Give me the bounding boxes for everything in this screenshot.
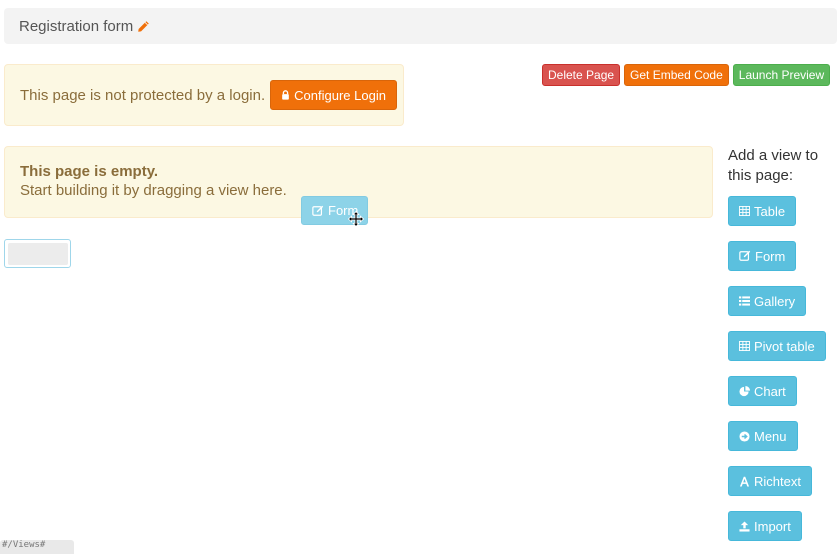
- add-gallery-view-button[interactable]: Gallery: [728, 286, 807, 316]
- font-icon: [739, 476, 750, 487]
- configure-login-button[interactable]: Configure Login: [270, 80, 397, 110]
- arrow-circle-icon: [739, 430, 750, 442]
- edit-icon: [312, 205, 324, 217]
- lock-icon: [281, 90, 290, 100]
- table-icon: [739, 341, 750, 351]
- list-icon: [739, 296, 750, 306]
- page-actions: Delete Page Get Embed Code Launch Previe…: [542, 64, 831, 86]
- configure-login-label: Configure Login: [294, 87, 386, 103]
- status-url-bar: #/Views#: [0, 540, 74, 554]
- add-form-view-button[interactable]: Form: [728, 241, 797, 271]
- page-title: Registration form: [19, 17, 134, 35]
- get-embed-code-button[interactable]: Get Embed Code: [624, 64, 729, 86]
- drop-placeholder: [4, 239, 71, 268]
- add-import-view-button[interactable]: Import: [728, 511, 802, 541]
- form-view-label: Form: [755, 248, 786, 264]
- pencil-icon[interactable]: [137, 20, 150, 33]
- add-pivot-table-view-button[interactable]: Pivot table: [728, 331, 826, 361]
- add-table-view-button[interactable]: Table: [728, 196, 797, 226]
- add-menu-view-button[interactable]: Menu: [728, 421, 798, 451]
- edit-icon: [739, 250, 751, 262]
- add-chart-view-button[interactable]: Chart: [728, 376, 797, 406]
- login-notice-text: This page is not protected by a login.: [20, 86, 266, 104]
- pivot-table-view-label: Pivot table: [754, 338, 815, 354]
- gallery-view-label: Gallery: [754, 293, 796, 309]
- add-view-panel: Add a view to this page:: [728, 146, 833, 186]
- add-view-heading-line1: Add a view to: [728, 147, 819, 164]
- add-view-heading-line2: this page:: [728, 167, 794, 184]
- menu-view-label: Menu: [754, 428, 787, 444]
- login-notice: This page is not protected by a login. C…: [4, 64, 404, 126]
- status-url-text: #/Views#: [2, 540, 46, 550]
- delete-page-button[interactable]: Delete Page: [542, 64, 621, 86]
- launch-preview-button[interactable]: Launch Preview: [732, 64, 831, 86]
- move-cursor-icon: [348, 211, 364, 227]
- table-icon: [739, 206, 750, 216]
- pie-chart-icon: [739, 385, 750, 397]
- chart-view-label: Chart: [754, 383, 786, 399]
- page-title-bar: Registration form: [4, 8, 837, 44]
- richtext-view-label: Richtext: [754, 473, 801, 489]
- add-richtext-view-button[interactable]: Richtext: [728, 466, 812, 496]
- table-view-label: Table: [754, 203, 786, 219]
- upload-icon: [739, 520, 750, 532]
- empty-subtitle: Start building it by dragging a view her…: [20, 182, 287, 199]
- empty-title: This page is empty.: [20, 163, 159, 180]
- import-view-label: Import: [754, 518, 791, 534]
